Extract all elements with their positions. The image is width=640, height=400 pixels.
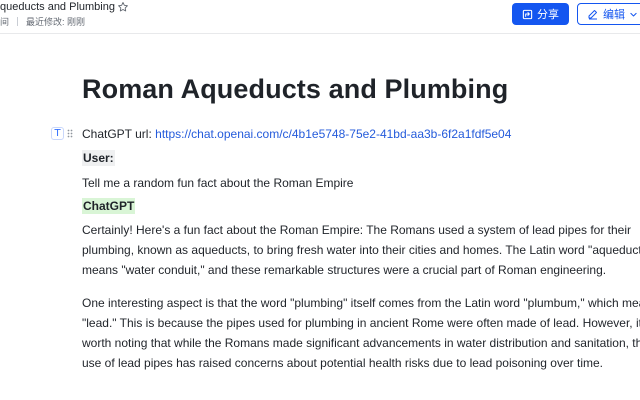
response-paragraph-1: Certainly! Here's a fun fact about the R…	[82, 220, 640, 280]
doc-meta: 间 最近修改: 刚刚	[0, 15, 85, 28]
star-icon[interactable]	[117, 1, 129, 13]
page-title: Roman Aqueducts and Plumbing	[82, 74, 509, 104]
paragraph-line: worth noting that while the Romans made …	[82, 336, 640, 350]
edit-pencil-icon	[588, 10, 597, 20]
url-line: ChatGPT url: https://chat.openai.com/c/4…	[82, 127, 511, 141]
chatgpt-label: ChatGPT	[82, 198, 136, 214]
paragraph-line: means "water conduit," and these remarka…	[82, 263, 607, 277]
top-bar: queducts and Plumbing 间 最近修改: 刚刚 分享 编辑	[0, 0, 640, 34]
chevron-down-icon	[630, 12, 637, 16]
paragraph-line: use of lead pipes has raised concerns ab…	[82, 356, 603, 370]
last-modified-text: 最近修改: 刚刚	[26, 17, 86, 27]
chatgpt-url-link[interactable]: https://chat.openai.com/c/4b1e5748-75e2-…	[155, 127, 511, 141]
paragraph-line: Certainly! Here's a fun fact about the R…	[82, 223, 632, 237]
drag-handle-icon[interactable]	[67, 129, 73, 138]
doc-title[interactable]: queducts and Plumbing	[0, 1, 115, 13]
edit-label: 编辑	[603, 9, 625, 21]
response-paragraph-2: One interesting aspect is that the word …	[82, 293, 640, 373]
share-button[interactable]: 分享	[512, 3, 569, 25]
user-label: User:	[82, 150, 115, 166]
user-message: Tell me a random fun fact about the Roma…	[82, 176, 354, 190]
url-label: ChatGPT url:	[82, 127, 156, 141]
share-label: 分享	[537, 9, 559, 21]
edit-button[interactable]: 编辑	[577, 3, 640, 25]
share-icon	[522, 9, 533, 19]
block-handle[interactable]: T	[51, 126, 77, 140]
meta-divider	[17, 17, 19, 26]
meta-left-text: 间	[0, 17, 10, 27]
paragraph-line: plumbing, known as aqueducts, to bring f…	[82, 243, 640, 257]
text-block-icon[interactable]: T	[51, 126, 64, 140]
paragraph-line: One interesting aspect is that the word …	[82, 296, 640, 310]
paragraph-line: "lead." This is because the pipes used f…	[82, 316, 640, 330]
